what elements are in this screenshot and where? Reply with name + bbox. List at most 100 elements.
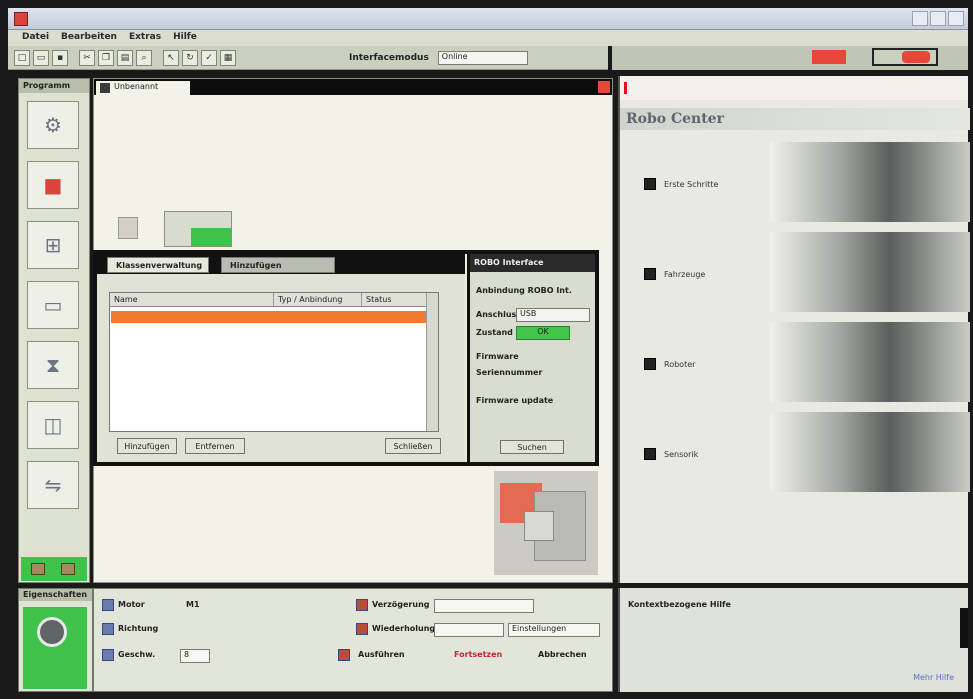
motor-block[interactable] (164, 211, 232, 247)
settings-row: Richtung Wiederholung Einstellungen (94, 621, 614, 641)
panel-accent-bar (624, 82, 627, 94)
menu-bar: Datei Bearbeiten Extras Hilfe (8, 30, 968, 46)
rc-item-label[interactable]: Sensorik (664, 450, 698, 459)
rc-item-first-steps[interactable]: Erste Schritte (620, 142, 970, 222)
list-row-selected[interactable] (111, 311, 429, 323)
new-file-icon[interactable]: □ (14, 49, 30, 66)
delay-field[interactable] (434, 599, 534, 613)
rc-item-label[interactable]: Fahrzeuge (664, 270, 705, 279)
vehicles-image (770, 232, 970, 312)
rc-item-sensors[interactable]: Sensorik (620, 412, 970, 492)
save-icon[interactable]: ▪ (52, 49, 68, 66)
column-status[interactable]: Status (362, 293, 428, 306)
robo-center-heading: Robo Center (620, 108, 970, 130)
settings-field[interactable]: Einstellungen (508, 623, 600, 637)
interface-mode-select[interactable]: Online (437, 50, 528, 65)
block-output (191, 228, 231, 246)
canvas-tab[interactable]: Unbenannt (96, 81, 190, 95)
speed-label: Geschw. (118, 650, 156, 659)
toolbar: □ ▭ ▪ ✂ ❐ ▤ ⌕ ↖ ↻ ✓ ▦ Interfacemodus Onl… (8, 46, 608, 70)
check-icon[interactable]: ✓ (201, 49, 217, 66)
motor-label: Motor (118, 600, 145, 609)
interface-list[interactable]: Name Typ / Anbindung Status (109, 292, 439, 432)
more-help-link[interactable]: Mehr Hilfe (913, 673, 954, 682)
canvas-tab-label: Unbenannt (114, 82, 159, 91)
rotate-icon[interactable]: ↻ (182, 49, 198, 66)
display-element-icon[interactable]: ▭ (27, 281, 79, 329)
branch-element-icon[interactable]: ⊞ (27, 221, 79, 269)
open-folder-icon[interactable]: ▭ (33, 49, 49, 66)
list-scrollbar[interactable] (426, 293, 438, 431)
element-settings: Motor M1 Verzögerung Richtung Wiederholu… (93, 588, 613, 692)
motor-element-icon[interactable]: ⚙ (27, 101, 79, 149)
dialog-properties-pane: ROBO Interface Anbindung ROBO Int. Ansch… (467, 254, 595, 462)
motor-icon (102, 599, 114, 611)
speed-icon (102, 649, 114, 661)
level-marker-icon[interactable] (31, 563, 45, 575)
direction-label: Richtung (118, 624, 159, 633)
dialog-list-pane: Klassenverwaltung Hinzufügen Name Typ / … (97, 254, 465, 462)
menu-edit[interactable]: Bearbeiten (61, 32, 117, 44)
tab-manage[interactable]: Klassenverwaltung (107, 257, 209, 273)
puzzle-piece-center (524, 511, 554, 541)
start-block[interactable] (118, 217, 138, 239)
level-marker-icon[interactable] (61, 563, 75, 575)
remove-button[interactable]: Entfernen (185, 438, 245, 454)
port-select[interactable]: USB (516, 308, 590, 322)
subprogram-element-icon[interactable]: ⇋ (27, 461, 79, 509)
serial-label: Seriennummer (476, 368, 543, 377)
menu-file[interactable]: Datei (22, 32, 49, 44)
stop-button[interactable] (812, 50, 846, 64)
execute-icon (338, 649, 350, 661)
firmware-label: Firmware (476, 352, 519, 361)
wait-element-icon[interactable]: ⧗ (27, 341, 79, 389)
repeat-field[interactable] (434, 623, 504, 637)
menu-help[interactable]: Hilfe (173, 32, 197, 44)
list-header: Name Typ / Anbindung Status (110, 293, 438, 307)
run-button[interactable] (902, 51, 930, 63)
rc-item-robots[interactable]: Roboter (620, 322, 970, 402)
navigation-puzzle[interactable] (494, 471, 598, 575)
close-dialog-button[interactable]: Schließen (385, 438, 441, 454)
variable-element-icon[interactable]: ◫ (27, 401, 79, 449)
paste-icon[interactable]: ▤ (117, 49, 133, 66)
status-indicator: OK (516, 326, 570, 340)
settings-row: Geschw. 8 Ausführen Fortsetzen Abbrechen (94, 647, 614, 667)
toolbar-right (612, 46, 968, 70)
sidebar-title: Programm (19, 79, 89, 93)
repeat-icon (356, 623, 368, 635)
menu-extras[interactable]: Extras (129, 32, 161, 44)
maximize-button[interactable] (930, 11, 946, 26)
cut-icon[interactable]: ✂ (79, 49, 95, 66)
add-button[interactable]: Hinzufügen (117, 438, 177, 454)
cancel-option[interactable]: Abbrechen (538, 650, 587, 659)
port-label: Anschluss (476, 310, 522, 319)
column-name[interactable]: Name (110, 293, 274, 306)
minimize-button[interactable] (912, 11, 928, 26)
pointer-icon[interactable]: ↖ (163, 49, 179, 66)
properties-panel: Eigenschaften (18, 588, 93, 692)
help-panel: Kontextbezogene Hilfe Mehr Hilfe (618, 588, 968, 692)
speed-field[interactable]: 8 (180, 649, 210, 663)
rc-item-label[interactable]: Erste Schritte (664, 180, 718, 189)
column-type[interactable]: Typ / Anbindung (274, 293, 362, 306)
robo-center-title: Robo Center (626, 111, 724, 127)
grid-icon[interactable]: ▦ (220, 49, 236, 66)
search-button[interactable]: Suchen (500, 440, 564, 454)
window-controls (912, 11, 964, 26)
properties-preview (23, 607, 87, 689)
rc-item-label[interactable]: Roboter (664, 360, 695, 369)
stop-element-icon[interactable]: ■ (27, 161, 79, 209)
zoom-icon[interactable]: ⌕ (136, 49, 152, 66)
repeat-label: Wiederholung (372, 624, 436, 633)
rc-item-vehicles[interactable]: Fahrzeuge (620, 232, 970, 312)
help-scrollbar[interactable] (960, 608, 968, 648)
execute-label: Ausführen (358, 650, 405, 659)
canvas-close-icon[interactable] (598, 81, 610, 93)
tab-add[interactable]: Hinzufügen (221, 257, 335, 273)
copy-icon[interactable]: ❐ (98, 49, 114, 66)
motor-value[interactable]: M1 (186, 600, 200, 609)
interface-mode-label: Interfacemodus (349, 52, 429, 63)
continue-option[interactable]: Fortsetzen (454, 650, 502, 659)
close-button[interactable] (948, 11, 964, 26)
